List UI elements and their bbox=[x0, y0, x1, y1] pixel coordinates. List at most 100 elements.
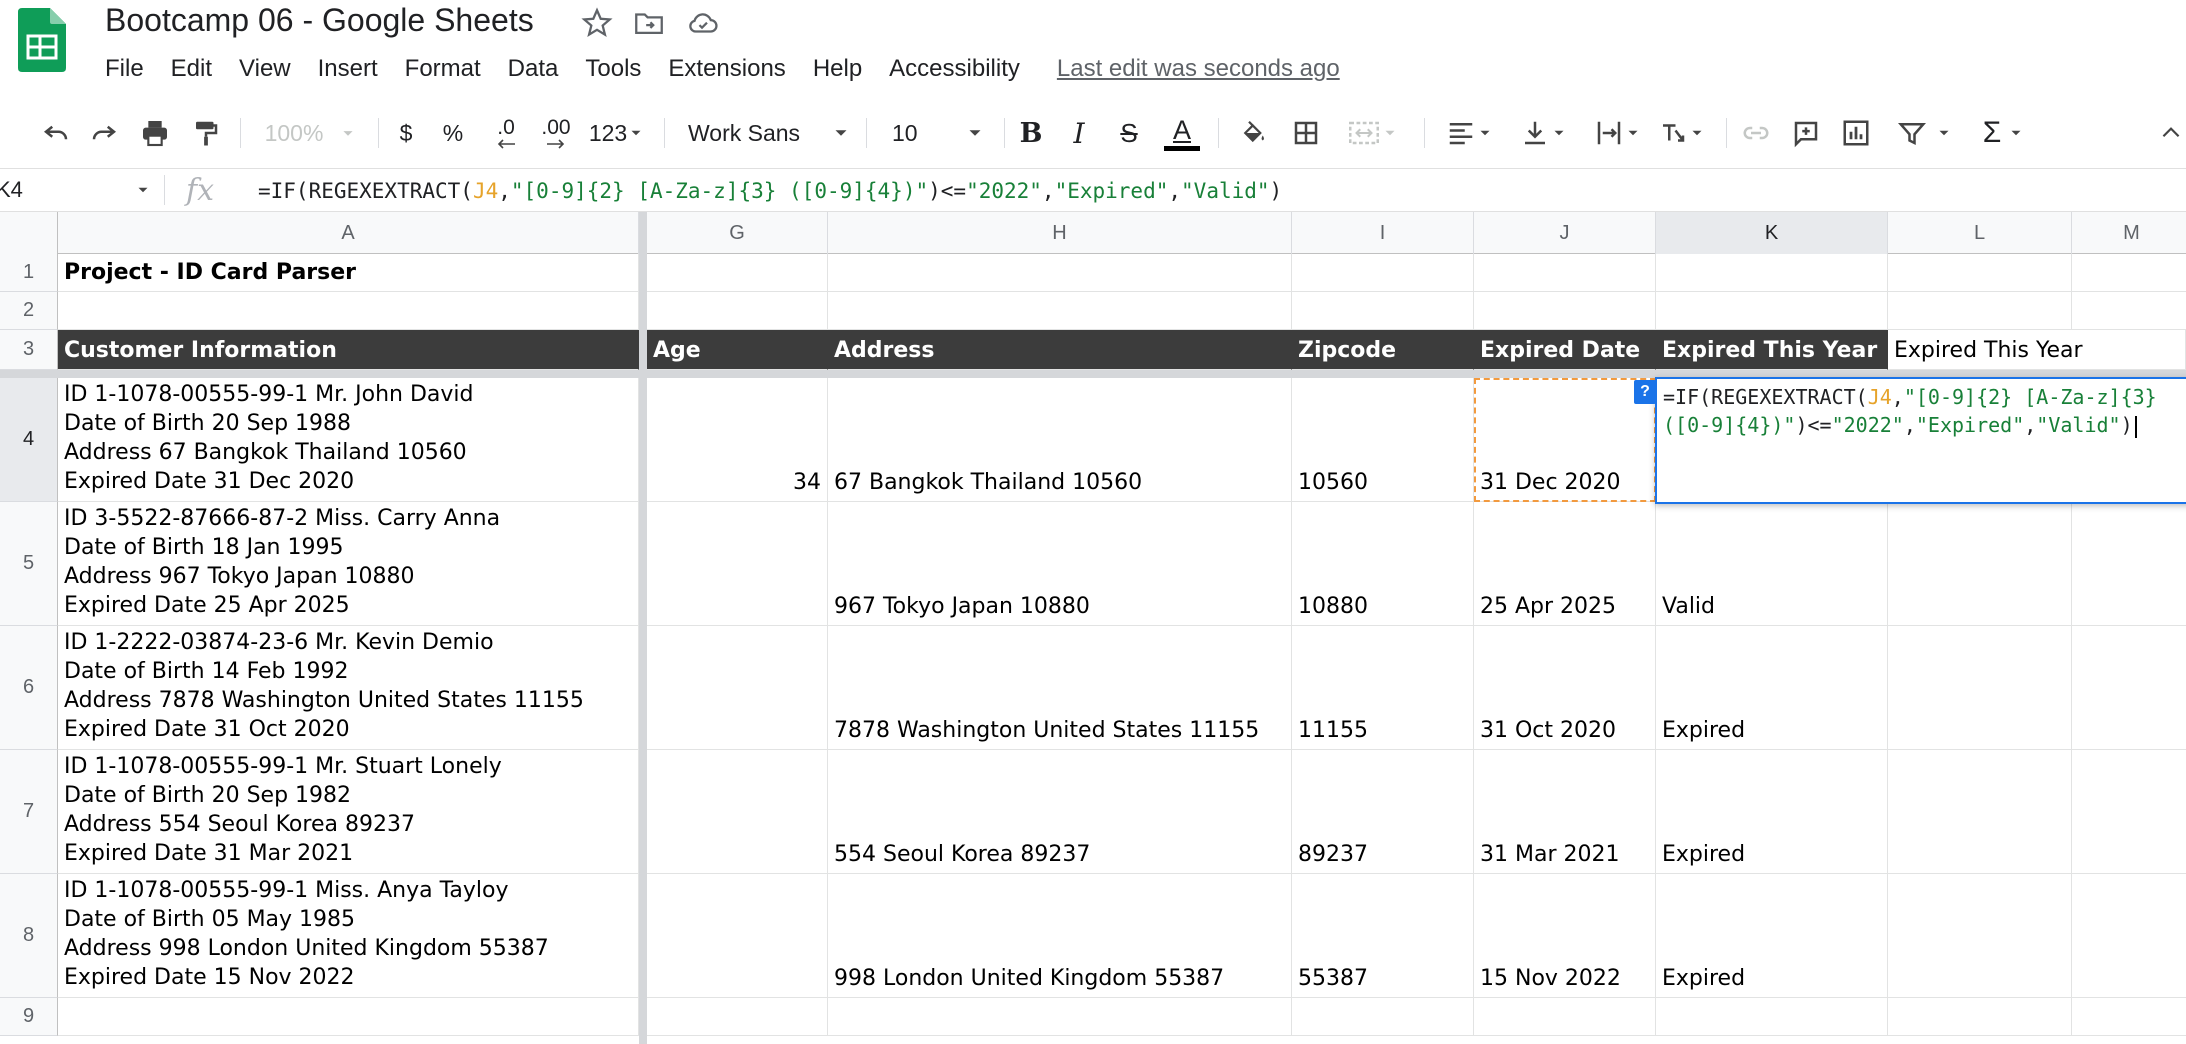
cell-k9[interactable] bbox=[1656, 998, 1888, 1036]
increase-decimal-button[interactable]: .00 bbox=[534, 112, 578, 154]
cell-zipcode[interactable]: 89237 bbox=[1292, 750, 1474, 874]
select-all-corner[interactable] bbox=[0, 212, 58, 254]
row-header-1[interactable]: 1 bbox=[0, 254, 58, 292]
more-formats-button[interactable]: 123 bbox=[586, 112, 648, 154]
cell-expired-date[interactable]: 31 Oct 2020 bbox=[1474, 626, 1656, 750]
cell-j1[interactable] bbox=[1474, 254, 1656, 292]
column-header-h[interactable]: H bbox=[828, 212, 1292, 254]
strikethrough-button[interactable]: S bbox=[1110, 112, 1148, 154]
row-header-7[interactable]: 7 bbox=[0, 750, 58, 874]
cell-expired-this-year[interactable]: Expired bbox=[1656, 874, 1888, 998]
font-size-select[interactable]: 10 bbox=[882, 112, 986, 154]
cell-a9[interactable] bbox=[58, 998, 639, 1036]
header-expired-date[interactable]: Expired Date bbox=[1474, 330, 1656, 370]
cell-k2[interactable] bbox=[1656, 292, 1888, 330]
redo-icon[interactable] bbox=[86, 112, 122, 154]
row-header-4[interactable]: 4 bbox=[0, 378, 58, 502]
cell-expired-date[interactable]: 31 Dec 2020 bbox=[1474, 378, 1656, 502]
cell-customer-info[interactable]: ID 1-2222-03874-23-6 Mr. Kevin Demio Date… bbox=[58, 626, 639, 750]
row-header-5[interactable]: 5 bbox=[0, 502, 58, 626]
cell-k1[interactable] bbox=[1656, 254, 1888, 292]
fill-color-icon[interactable] bbox=[1234, 112, 1274, 154]
menu-accessibility[interactable]: Accessibility bbox=[889, 55, 1020, 83]
formula-help-icon[interactable]: ? bbox=[1634, 380, 1656, 404]
cell-l9[interactable] bbox=[1888, 998, 2072, 1036]
column-header-a[interactable]: A bbox=[58, 212, 639, 254]
cell-age[interactable] bbox=[647, 750, 828, 874]
cell-i9[interactable] bbox=[1292, 998, 1474, 1036]
cell-col-l[interactable] bbox=[1888, 626, 2072, 750]
functions-icon[interactable]: Σ bbox=[1972, 112, 2036, 154]
cell-expired-date[interactable]: 15 Nov 2022 bbox=[1474, 874, 1656, 998]
cell-col-m[interactable] bbox=[2072, 626, 2186, 750]
header-expired-this-year[interactable]: Expired This Year bbox=[1656, 330, 1888, 370]
cell-address[interactable]: 967 Tokyo Japan 10880 bbox=[828, 502, 1292, 626]
cell-i1[interactable] bbox=[1292, 254, 1474, 292]
move-folder-icon[interactable] bbox=[632, 6, 666, 40]
cell-l1[interactable] bbox=[1888, 254, 2072, 292]
menu-tools[interactable]: Tools bbox=[585, 55, 641, 83]
cell-expired-this-year[interactable]: Expired bbox=[1656, 626, 1888, 750]
cell-zipcode[interactable]: 10880 bbox=[1292, 502, 1474, 626]
cell-customer-info[interactable]: ID 1-1078-00555-99-1 Mr. Stuart Lonely Da… bbox=[58, 750, 639, 874]
bold-button[interactable]: B bbox=[1012, 112, 1050, 154]
cell-age[interactable]: 34 bbox=[647, 378, 828, 502]
cell-l2[interactable] bbox=[1888, 292, 2072, 330]
horizontal-align-icon[interactable] bbox=[1438, 112, 1502, 154]
borders-icon[interactable] bbox=[1286, 112, 1326, 154]
last-edit-link[interactable]: Last edit was seconds ago bbox=[1057, 55, 1340, 83]
print-icon[interactable] bbox=[136, 112, 174, 154]
collapse-menus-icon[interactable] bbox=[2156, 112, 2186, 154]
cell-expired-this-year[interactable]: Expired bbox=[1656, 750, 1888, 874]
column-header-m[interactable]: M bbox=[2072, 212, 2186, 254]
cell-age[interactable] bbox=[647, 502, 828, 626]
currency-format-button[interactable]: $ bbox=[394, 112, 418, 154]
cell-a1[interactable]: Project - ID Card Parser bbox=[58, 254, 639, 292]
cell-customer-info[interactable]: ID 1-1078-00555-99-1 Miss. Anya Tayloy Da… bbox=[58, 874, 639, 998]
cell-address[interactable]: 7878 Washington United States 11155 bbox=[828, 626, 1292, 750]
column-header-l[interactable]: L bbox=[1888, 212, 2072, 254]
document-title[interactable]: Bootcamp 06 - Google Sheets bbox=[105, 2, 534, 39]
cell-zipcode[interactable]: 55387 bbox=[1292, 874, 1474, 998]
cell-g1[interactable] bbox=[647, 254, 828, 292]
menu-insert[interactable]: Insert bbox=[318, 55, 378, 83]
cell-address[interactable]: 67 Bangkok Thailand 10560 bbox=[828, 378, 1292, 502]
cell-j2[interactable] bbox=[1474, 292, 1656, 330]
menu-view[interactable]: View bbox=[239, 55, 291, 83]
cell-age[interactable] bbox=[647, 874, 828, 998]
cell-m9[interactable] bbox=[2072, 998, 2186, 1036]
italic-button[interactable]: I bbox=[1060, 112, 1098, 154]
header-age[interactable]: Age bbox=[647, 330, 828, 370]
cell-expired-this-year[interactable]: Valid bbox=[1656, 502, 1888, 626]
decrease-decimal-button[interactable]: .0 bbox=[488, 112, 524, 154]
paint-format-icon[interactable] bbox=[188, 112, 224, 154]
insert-comment-icon[interactable] bbox=[1786, 112, 1826, 154]
cloud-saved-icon[interactable] bbox=[686, 6, 720, 40]
font-family-select[interactable]: Work Sans bbox=[680, 112, 852, 154]
cell-col-m[interactable] bbox=[2072, 750, 2186, 874]
text-rotation-icon[interactable] bbox=[1650, 112, 1714, 154]
cell-expired-date[interactable]: 31 Mar 2021 bbox=[1474, 750, 1656, 874]
name-box[interactable]: K4 bbox=[0, 169, 160, 211]
cell-col-l[interactable] bbox=[1888, 750, 2072, 874]
cell-a2[interactable] bbox=[58, 292, 639, 330]
cell-age[interactable] bbox=[647, 626, 828, 750]
cell-customer-info[interactable]: ID 3-5522-87666-87-2 Miss. Carry Anna Dat… bbox=[58, 502, 639, 626]
cell-zipcode[interactable]: 10560 bbox=[1292, 378, 1474, 502]
cell-g2[interactable] bbox=[647, 292, 828, 330]
cell-m1[interactable] bbox=[2072, 254, 2186, 292]
menu-format[interactable]: Format bbox=[405, 55, 481, 83]
cell-editor-k4[interactable]: =IF(REGEXEXTRACT(J4,"[0-9]{2} [A-Za-z]{3… bbox=[1655, 377, 2186, 504]
cell-address[interactable]: 554 Seoul Korea 89237 bbox=[828, 750, 1292, 874]
cell-col-m[interactable] bbox=[2072, 502, 2186, 626]
percent-format-button[interactable]: % bbox=[440, 112, 466, 154]
menu-file[interactable]: File bbox=[105, 55, 144, 83]
undo-icon[interactable] bbox=[38, 112, 74, 154]
cell-address[interactable]: 998 London United Kingdom 55387 bbox=[828, 874, 1292, 998]
header-zipcode[interactable]: Zipcode bbox=[1292, 330, 1474, 370]
cell-m2[interactable] bbox=[2072, 292, 2186, 330]
column-header-i[interactable]: I bbox=[1292, 212, 1474, 254]
cell-zipcode[interactable]: 11155 bbox=[1292, 626, 1474, 750]
text-color-button[interactable]: A bbox=[1160, 112, 1204, 154]
row-header-2[interactable]: 2 bbox=[0, 292, 58, 330]
